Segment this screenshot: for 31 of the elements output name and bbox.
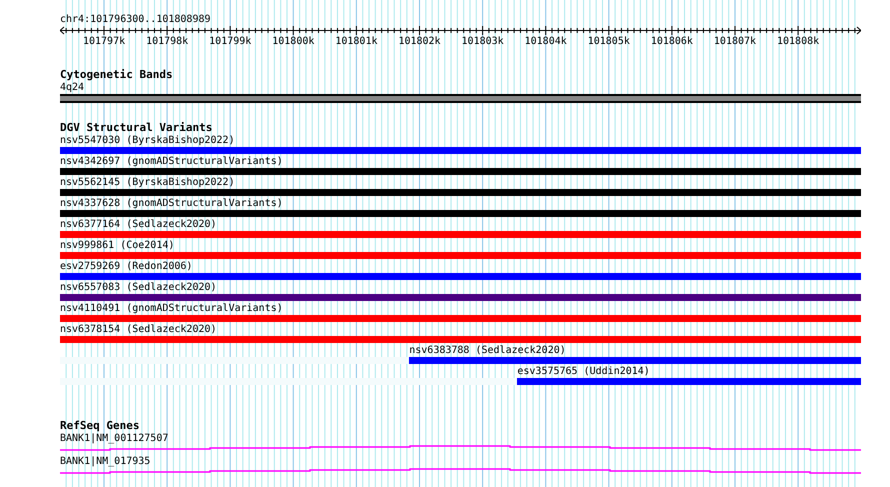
variant-label: nsv6557083 (Sedlazeck2020) bbox=[60, 281, 217, 294]
tick-label: 101801k bbox=[335, 35, 378, 48]
tick-label: 101798k bbox=[146, 35, 188, 48]
variant-label: nsv4110491 (gnomADStructuralVariants) bbox=[60, 302, 283, 315]
variant-label: nsv5547030 (ByrskaBishop2022) bbox=[60, 134, 235, 147]
variant-label: nsv5562145 (ByrskaBishop2022) bbox=[60, 176, 235, 189]
tick-label: 101806k bbox=[650, 35, 693, 48]
variant-label: nsv4337628 (gnomADStructuralVariants) bbox=[60, 197, 283, 210]
gene-label: BANK1|NM_001127507 bbox=[60, 432, 168, 445]
tick-label: 101804k bbox=[524, 35, 567, 48]
tick-label: 101805k bbox=[588, 35, 630, 48]
tick-label: 101808k bbox=[777, 35, 820, 48]
gene-label: BANK1|NM_017935 bbox=[60, 455, 150, 468]
tick-label: 101800k bbox=[272, 35, 314, 48]
tick-label: 101807k bbox=[714, 35, 756, 48]
track-title: RefSeq Genes bbox=[60, 419, 140, 432]
variant-label: esv3575765 (Uddin2014) bbox=[517, 365, 650, 378]
variant-label: nsv4342697 (gnomADStructuralVariants) bbox=[60, 155, 283, 168]
genomic-location: chr4:101796300..101808989 bbox=[60, 13, 211, 26]
variant-label: nsv999861 (Coe2014) bbox=[60, 239, 174, 252]
tick-label: 101797k bbox=[82, 35, 126, 48]
tick-label: 101802k bbox=[398, 35, 441, 48]
variant-label: esv2759269 (Redon2006) bbox=[60, 260, 192, 273]
track-title: Cytogenetic Bands bbox=[60, 68, 174, 81]
variant-label: nsv6383788 (Sedlazeck2020) bbox=[409, 344, 566, 357]
variant-label: nsv6378154 (Sedlazeck2020) bbox=[60, 323, 217, 336]
tick-label: 101799k bbox=[209, 35, 252, 48]
variant-label: nsv6377164 (Sedlazeck2020) bbox=[60, 218, 217, 231]
band-label: 4q24 bbox=[60, 81, 84, 94]
tick-label: 101803k bbox=[462, 35, 504, 48]
track-title: DGV Structural Variants bbox=[60, 121, 214, 134]
